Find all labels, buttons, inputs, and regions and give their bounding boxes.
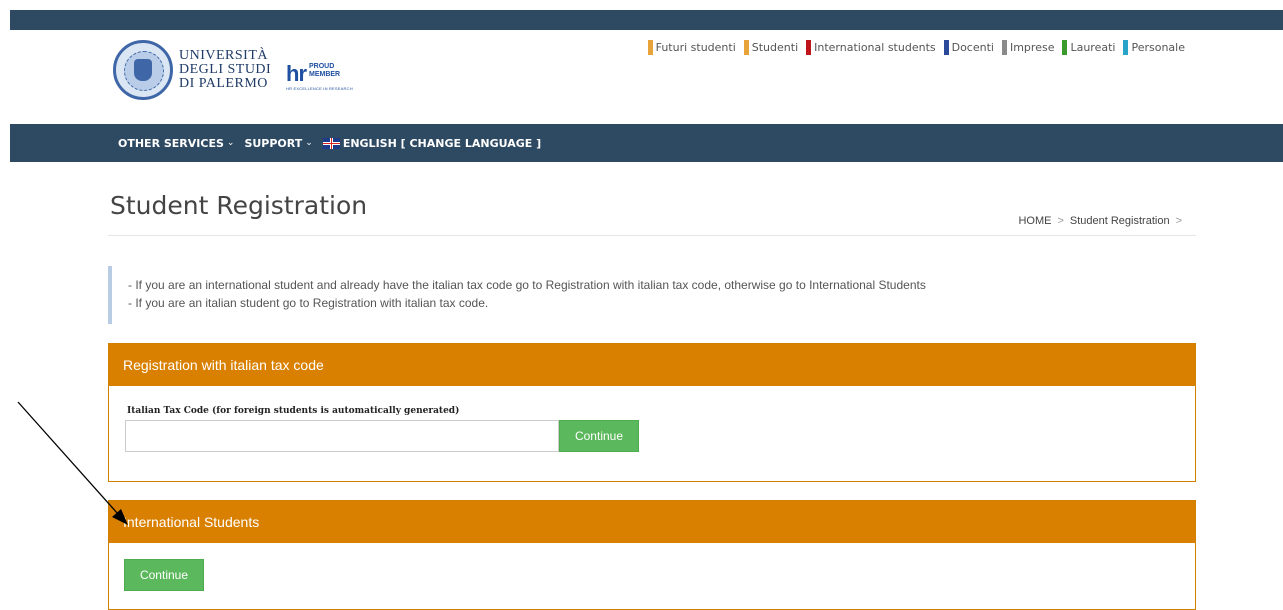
audience-link[interactable]: Imprese — [1001, 40, 1055, 55]
breadcrumb: HOME > Student Registration > — [1018, 215, 1188, 227]
audience-color-marker-icon — [943, 40, 949, 55]
nav-language-label: ENGLISH [ CHANGE LANGUAGE ] — [342, 136, 542, 150]
audience-link[interactable]: International students — [806, 40, 936, 55]
breadcrumb-home[interactable]: HOME — [1018, 215, 1051, 227]
audience-link[interactable]: Futuri studenti — [647, 40, 736, 55]
hr-logo-mark: hr — [286, 61, 307, 86]
page-title: Student Registration — [110, 191, 368, 220]
nav-support-label: SUPPORT — [244, 136, 303, 150]
university-name-line2: DEGLI STUDI — [179, 62, 272, 77]
top-strip — [10, 10, 1283, 30]
breadcrumb-current[interactable]: Student Registration — [1070, 215, 1170, 227]
audience-color-marker-icon — [743, 40, 749, 55]
audience-links: Futuri studenti Studenti International stu… — [640, 40, 1185, 55]
audience-link-label: Docenti — [951, 41, 994, 54]
university-seal-icon — [113, 40, 173, 100]
chevron-down-icon: ⌄ — [305, 138, 313, 148]
audience-link[interactable]: Personale — [1123, 40, 1185, 55]
site-header: UNIVERSITÀ DEGLI STUDI DI PALERMO hr PRO… — [0, 30, 1283, 124]
hr-logo-line1: PROUD — [309, 63, 335, 70]
university-name-line1: UNIVERSITÀ — [179, 48, 268, 63]
hr-logo-tagline: HR EXCELLENCE IN RESEARCH — [286, 86, 353, 91]
audience-color-marker-icon — [1001, 40, 1007, 55]
university-logo[interactable]: UNIVERSITÀ DEGLI STUDI DI PALERMO — [113, 40, 271, 100]
nav-support[interactable]: SUPPORT ⌄ — [244, 137, 312, 150]
hr-excellence-logo[interactable]: hr PROUD MEMBER — [286, 63, 340, 85]
tax-code-input[interactable] — [125, 420, 559, 452]
chevron-down-icon: ⌄ — [226, 138, 235, 148]
university-name: UNIVERSITÀ DEGLI STUDI DI PALERMO — [179, 49, 271, 91]
info-note: - If you are an international student an… — [108, 266, 1196, 324]
university-name-line3: DI PALERMO — [179, 76, 268, 91]
uk-flag-icon — [322, 137, 340, 149]
tax-code-continue-button[interactable]: Continue — [559, 420, 639, 452]
nav-other-services[interactable]: OTHER SERVICES ⌄ — [118, 137, 234, 150]
audience-link-label: Futuri studenti — [655, 41, 736, 54]
nav-change-language[interactable]: ENGLISH [ CHANGE LANGUAGE ] — [322, 136, 542, 150]
title-divider — [108, 235, 1196, 236]
audience-link-label: Laureati — [1070, 41, 1116, 54]
international-students-panel-title: International Students — [109, 501, 1195, 543]
breadcrumb-separator-icon: > — [1175, 215, 1182, 227]
breadcrumb-separator-icon: > — [1057, 215, 1064, 227]
info-line-1: - If you are an international student an… — [128, 278, 926, 292]
audience-color-marker-icon — [1123, 40, 1129, 55]
audience-color-marker-icon — [806, 40, 812, 55]
nav-other-services-label: OTHER SERVICES — [118, 136, 224, 150]
audience-link-label: Studenti — [751, 41, 799, 54]
audience-link[interactable]: Studenti — [743, 40, 799, 55]
audience-link[interactable]: Docenti — [943, 40, 994, 55]
audience-link-label: Imprese — [1009, 41, 1055, 54]
tax-code-panel: Registration with italian tax code Itali… — [108, 343, 1196, 482]
info-line-2: - If you are an italian student go to Re… — [128, 296, 489, 310]
audience-color-marker-icon — [1062, 40, 1068, 55]
audience-link-label: International students — [814, 41, 936, 54]
international-continue-button[interactable]: Continue — [124, 559, 204, 591]
main-navbar: OTHER SERVICES ⌄ SUPPORT ⌄ ENGLISH [ CHA… — [10, 124, 1283, 162]
international-students-panel: International Students Continue — [108, 500, 1196, 610]
tax-code-label: Italian Tax Code (for foreign students i… — [127, 406, 460, 416]
audience-link[interactable]: Laureati — [1062, 40, 1115, 55]
audience-color-marker-icon — [647, 40, 653, 55]
hr-logo-line2: MEMBER — [309, 71, 341, 78]
tax-code-panel-title: Registration with italian tax code — [109, 344, 1195, 386]
audience-link-label: Personale — [1131, 41, 1185, 54]
